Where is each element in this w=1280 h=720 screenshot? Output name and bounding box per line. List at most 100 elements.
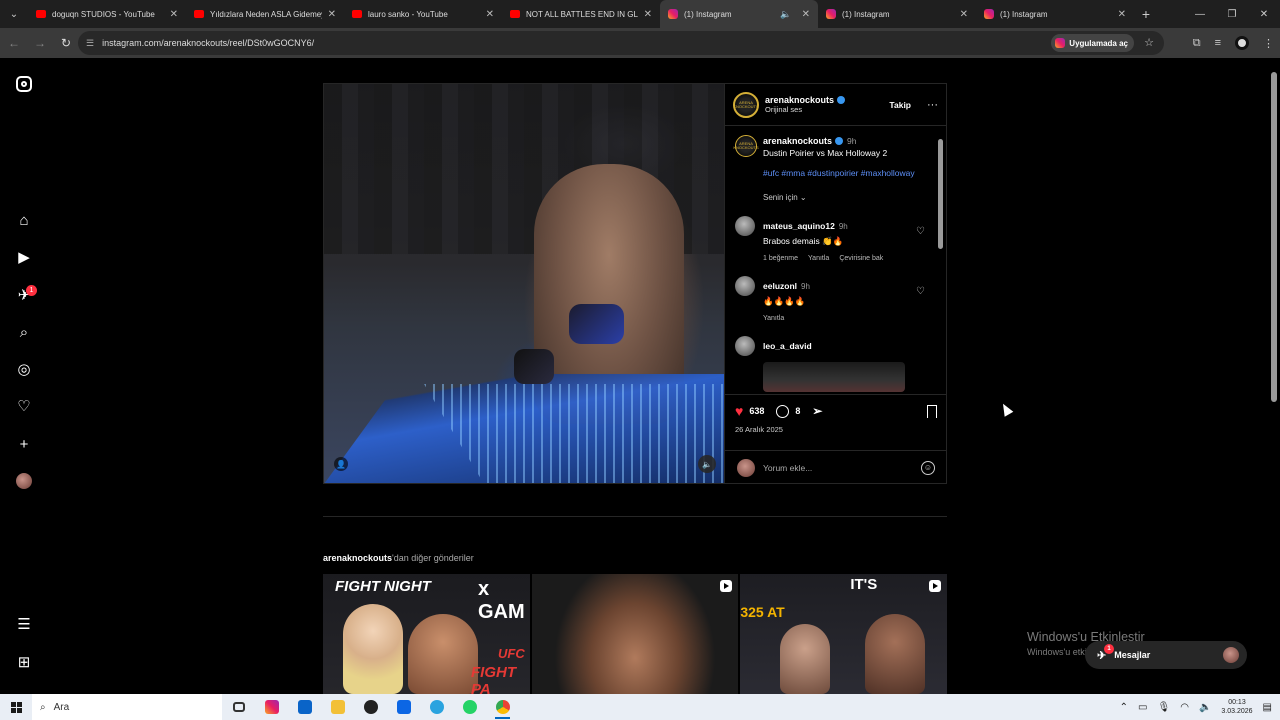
close-tab-icon[interactable]: ✕ bbox=[802, 9, 810, 20]
comment-username[interactable]: mateus_aquino12 bbox=[763, 221, 835, 231]
tagged-user-icon[interactable]: 👤 bbox=[334, 457, 348, 471]
reels-icon[interactable]: ▶ bbox=[14, 247, 34, 267]
task-view-icon[interactable] bbox=[222, 694, 255, 720]
explore-icon[interactable]: ◎ bbox=[14, 359, 34, 379]
heart-icon[interactable]: ♡ bbox=[14, 396, 34, 416]
more-menu-icon[interactable]: ☰ bbox=[14, 614, 34, 634]
reel-video[interactable]: 👤 🔈 bbox=[324, 84, 724, 483]
likes-count[interactable]: 638 bbox=[749, 406, 764, 416]
instagram-logo-icon[interactable] bbox=[14, 74, 34, 94]
profile-avatar[interactable] bbox=[1235, 36, 1249, 50]
tray-chevron-icon[interactable]: ⌃ bbox=[1120, 702, 1128, 713]
search-icon[interactable]: ⌕ bbox=[14, 322, 34, 342]
extensions-icon[interactable]: ⧉ bbox=[1193, 37, 1201, 50]
reply-button[interactable]: Yanıtla bbox=[763, 315, 784, 322]
minimize-icon[interactable]: — bbox=[1184, 0, 1216, 28]
browser-tab[interactable]: NOT ALL BATTLES END IN GLO ✕ bbox=[502, 0, 660, 28]
share-icon[interactable]: ➢ bbox=[812, 404, 822, 418]
author-username[interactable]: arenaknockouts bbox=[765, 95, 834, 105]
commenter-avatar[interactable] bbox=[735, 336, 755, 356]
close-tab-icon[interactable]: ✕ bbox=[1118, 9, 1126, 20]
volume-icon[interactable]: 🔈 bbox=[698, 455, 716, 473]
notifications-icon[interactable]: ▤ bbox=[1263, 702, 1272, 713]
more-options-icon[interactable]: ··· bbox=[927, 99, 938, 111]
close-window-icon[interactable]: ✕ bbox=[1248, 0, 1280, 28]
emoji-icon[interactable]: ☺ bbox=[921, 460, 935, 475]
audio-label[interactable]: Orijinal ses bbox=[765, 105, 845, 114]
home-icon[interactable]: ⌂ bbox=[14, 210, 34, 230]
comments-scrollbar[interactable] bbox=[937, 129, 945, 391]
media-control-icon[interactable]: ≡ bbox=[1215, 37, 1221, 49]
site-info-icon[interactable]: ☰ bbox=[86, 38, 94, 49]
caption-username[interactable]: arenaknockouts bbox=[763, 136, 832, 146]
speaker-icon[interactable]: 🔈 bbox=[780, 9, 791, 20]
like-comment-icon[interactable]: ♡ bbox=[916, 286, 925, 297]
reload-icon[interactable]: ↻ bbox=[54, 31, 78, 55]
wifi-icon[interactable]: ◠ bbox=[1180, 702, 1189, 713]
create-icon[interactable]: + bbox=[14, 434, 34, 454]
commenter-avatar[interactable] bbox=[735, 216, 755, 236]
threads-apps-icon[interactable]: ⊞ bbox=[14, 652, 34, 672]
close-tab-icon[interactable]: ✕ bbox=[644, 9, 652, 20]
comment-input[interactable] bbox=[763, 462, 913, 473]
taskbar-search[interactable]: ⌕ Ara bbox=[32, 694, 222, 720]
profile-avatar[interactable] bbox=[14, 471, 34, 491]
author-avatar[interactable]: ARENA KNOCKOUTS bbox=[733, 91, 759, 118]
new-tab-button[interactable]: + bbox=[1134, 6, 1158, 22]
instagram-app-icon[interactable] bbox=[255, 694, 288, 720]
page-scrollbar[interactable] bbox=[1268, 58, 1280, 694]
outlook-icon[interactable] bbox=[288, 694, 321, 720]
browser-tab[interactable]: (1) Instagram ✕ bbox=[976, 0, 1134, 28]
comment-likes[interactable]: 1 beğenme bbox=[763, 255, 798, 262]
close-tab-icon[interactable]: ✕ bbox=[170, 9, 178, 20]
forward-icon[interactable]: → bbox=[28, 31, 52, 55]
like-heart-icon[interactable]: ♥ bbox=[735, 403, 743, 419]
microphone-icon[interactable]: 🎙 bbox=[1158, 702, 1171, 713]
telegram-icon[interactable] bbox=[420, 694, 453, 720]
post-thumbnail[interactable] bbox=[531, 574, 739, 694]
hashtags[interactable]: #ufc #mma #dustinpoirier #maxholloway bbox=[763, 167, 927, 179]
close-tab-icon[interactable]: ✕ bbox=[960, 9, 968, 20]
trello-icon[interactable] bbox=[387, 694, 420, 720]
see-translation-button[interactable]: Çevirisine bak bbox=[839, 255, 883, 262]
browser-tab-active[interactable]: (1) Instagram 🔈 ✕ bbox=[660, 0, 818, 28]
url-field[interactable]: ☰ instagram.com/arenaknockouts/reel/DSt0… bbox=[78, 31, 1164, 55]
reply-button[interactable]: Yanıtla bbox=[808, 255, 829, 262]
commenter-avatar[interactable] bbox=[735, 276, 755, 296]
taskbar-clock[interactable]: 00:13 3.03.2026 bbox=[1221, 698, 1252, 716]
file-explorer-icon[interactable] bbox=[321, 694, 354, 720]
post-thumbnail[interactable]: FIGHT NIGHT x GAM UFC FIGHT PA bbox=[323, 574, 530, 694]
close-tab-icon[interactable]: ✕ bbox=[328, 9, 336, 20]
browser-tab[interactable]: (1) Instagram ✕ bbox=[818, 0, 976, 28]
browser-menu-icon[interactable]: ⋮ bbox=[1263, 37, 1274, 50]
follow-button[interactable]: Takip bbox=[889, 100, 911, 110]
tab-bar: ⌄ doguqn STUDIOS - YouTube ✕ Yıldızlara … bbox=[0, 0, 1280, 28]
like-comment-icon[interactable]: ♡ bbox=[916, 226, 925, 237]
windows-start-icon[interactable] bbox=[0, 701, 32, 713]
chrome-icon[interactable] bbox=[486, 694, 519, 720]
comment-username[interactable]: leo_a_david bbox=[763, 341, 812, 351]
browser-tab[interactable]: lauro sanko - YouTube ✕ bbox=[344, 0, 502, 28]
bookmark-icon[interactable] bbox=[927, 404, 937, 418]
bookmark-star-icon[interactable]: ☆ bbox=[1144, 36, 1154, 49]
comment: eeluzonl 9h 🔥🔥🔥🔥 Yanıtla ♡ bbox=[735, 276, 927, 322]
browser-tab[interactable]: doguqn STUDIOS - YouTube ✕ bbox=[28, 0, 186, 28]
more-posts-user[interactable]: arenaknockouts bbox=[323, 553, 392, 563]
close-tab-icon[interactable]: ✕ bbox=[486, 9, 494, 20]
volume-icon[interactable]: 🔈 bbox=[1199, 702, 1211, 713]
browser-tab[interactable]: Yıldızlara Neden ASLA Gidemey ✕ bbox=[186, 0, 344, 28]
messages-button[interactable]: ✈ 1 Mesajlar bbox=[1085, 641, 1247, 669]
back-icon[interactable]: ← bbox=[2, 31, 26, 55]
author-avatar[interactable]: ARENA KNOCKOUTS bbox=[733, 135, 759, 157]
post-thumbnail[interactable]: IT'S 325 AT bbox=[740, 574, 948, 694]
tab-search-button[interactable]: ⌄ bbox=[0, 0, 28, 28]
comment-sort-dropdown[interactable]: Senin için ⌄ bbox=[763, 193, 927, 202]
comment-icon[interactable] bbox=[776, 404, 790, 418]
comment-gif-image[interactable] bbox=[763, 362, 905, 392]
network-icon[interactable]: ▭ bbox=[1138, 702, 1147, 713]
comment-username[interactable]: eeluzonl bbox=[763, 281, 797, 291]
media-app-icon[interactable] bbox=[354, 694, 387, 720]
whatsapp-icon[interactable] bbox=[453, 694, 486, 720]
open-in-app-button[interactable]: Uygulamada aç bbox=[1051, 34, 1134, 52]
restore-icon[interactable]: ❐ bbox=[1216, 0, 1248, 28]
